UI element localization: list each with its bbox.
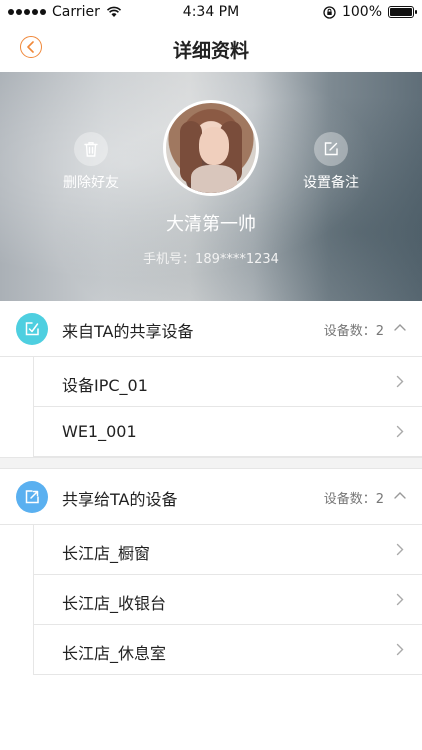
list-item[interactable]: 长江店_橱窗 bbox=[34, 525, 422, 575]
battery-percent: 100% bbox=[341, 4, 382, 20]
list-item[interactable]: 设备IPC_01 bbox=[34, 357, 422, 407]
device-count: 设备数：2 bbox=[323, 324, 384, 339]
edit-icon bbox=[314, 132, 348, 166]
device-name: 长江店_休息室 bbox=[62, 644, 167, 663]
chevron-right-icon bbox=[396, 375, 404, 388]
device-count: 设备数：2 bbox=[323, 492, 384, 507]
chevron-up-icon[interactable] bbox=[394, 323, 406, 331]
device-name: 设备IPC_01 bbox=[62, 376, 148, 395]
list-item[interactable]: 长江店_收银台 bbox=[34, 575, 422, 625]
chevron-up-icon[interactable] bbox=[394, 491, 406, 499]
chevron-right-icon bbox=[396, 643, 404, 656]
device-name: 长江店_收银台 bbox=[62, 594, 167, 613]
set-remark-button[interactable]: 设置备注 bbox=[286, 132, 376, 192]
profile-phone: 手机号：189****1234 bbox=[143, 252, 279, 267]
battery-icon bbox=[388, 6, 417, 18]
list-item[interactable]: 长江店_休息室 bbox=[34, 625, 422, 675]
delete-friend-label: 删除好友 bbox=[63, 175, 119, 191]
chevron-right-icon bbox=[396, 543, 404, 556]
section-title: 来自TA的共享设备 bbox=[62, 322, 194, 341]
status-right: 100% bbox=[323, 4, 417, 20]
section-header-shared-to[interactable]: 共享给TA的设备 设备数：2 bbox=[0, 469, 422, 525]
status-bar: Carrier 4:34 PM 100% bbox=[0, 0, 422, 24]
page-title: 详细资料 bbox=[172, 40, 249, 62]
profile-name: 大清第一帅 bbox=[166, 214, 256, 235]
trash-icon bbox=[74, 132, 108, 166]
section-title: 共享给TA的设备 bbox=[62, 490, 178, 509]
chevron-right-icon bbox=[396, 593, 404, 606]
set-remark-label: 设置备注 bbox=[303, 175, 359, 191]
orientation-lock-icon bbox=[323, 5, 336, 19]
list-item[interactable]: WE1_001 bbox=[34, 407, 422, 457]
nav-bar: 详细资料 bbox=[0, 24, 422, 72]
checkbox-edit-icon bbox=[16, 313, 48, 345]
avatar bbox=[163, 100, 259, 196]
device-name: WE1_001 bbox=[62, 422, 137, 441]
profile-header: 删除好友 设置备注 大清第一帅 手机号：189****1234 bbox=[0, 72, 422, 301]
section-header-shared-from[interactable]: 来自TA的共享设备 设备数：2 bbox=[0, 301, 422, 357]
chevron-right-icon bbox=[396, 425, 404, 438]
section-divider bbox=[0, 457, 422, 469]
device-name: 长江店_橱窗 bbox=[62, 544, 151, 563]
delete-friend-button[interactable]: 删除好友 bbox=[46, 132, 136, 192]
share-out-icon bbox=[16, 481, 48, 513]
